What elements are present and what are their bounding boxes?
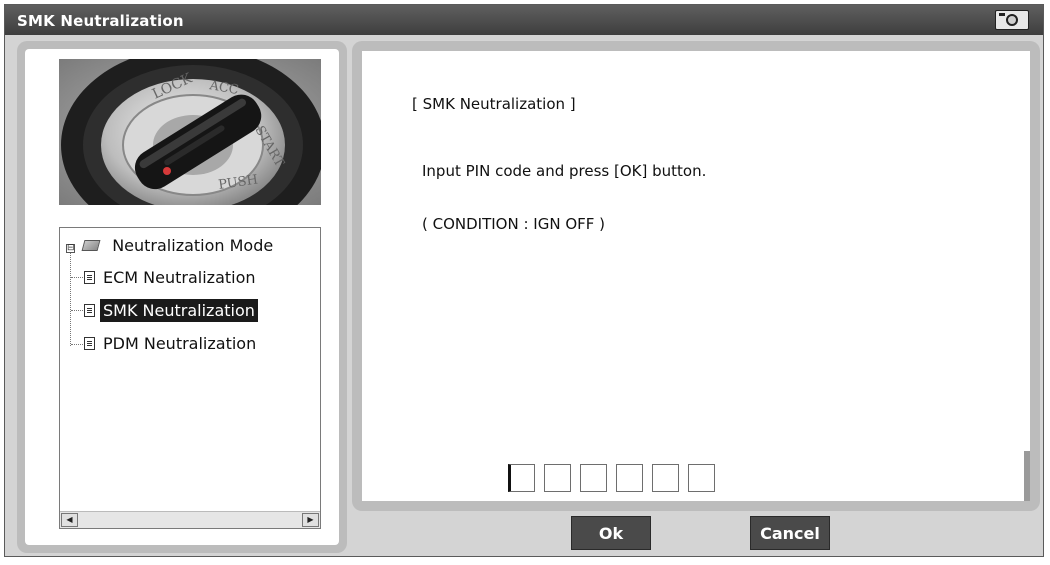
- left-panel: LOCK ACC START PUSH ⊟ Neutralization Mod…: [17, 41, 347, 553]
- tree-root-label: Neutralization Mode: [112, 236, 274, 255]
- right-panel: [ SMK Neutralization ] Input PIN code an…: [352, 41, 1040, 511]
- camera-lens: [1006, 14, 1018, 26]
- pin-digit-5[interactable]: [652, 464, 679, 492]
- tree-connector: [70, 244, 71, 346]
- panel-heading: [ SMK Neutralization ]: [412, 95, 576, 113]
- folder-book-icon: [81, 240, 101, 251]
- collapse-icon[interactable]: ⊟: [66, 244, 75, 253]
- cancel-button[interactable]: Cancel: [750, 516, 830, 550]
- tree-item-label: SMK Neutralization: [100, 299, 258, 322]
- pin-digit-4[interactable]: [616, 464, 643, 492]
- condition-text: ( CONDITION : IGN OFF ): [422, 215, 606, 233]
- smk-neutralization-window: SMK Neutralization LOCK ACC START PUSH ⊟…: [4, 4, 1044, 557]
- tree-item-smk-neutralization[interactable]: SMK Neutralization: [84, 299, 258, 322]
- scroll-left-arrow-icon[interactable]: ◀: [61, 513, 78, 527]
- neutralization-tree: ⊟ Neutralization Mode ECM Neutralization…: [59, 227, 321, 529]
- tree-connector: [71, 277, 83, 278]
- instruction-text: Input PIN code and press [OK] button.: [422, 162, 707, 180]
- tree-item-label: PDM Neutralization: [103, 334, 257, 353]
- ignition-switch-illustration: LOCK ACC START PUSH: [59, 59, 321, 205]
- tree-root-neutralization-mode[interactable]: ⊟ Neutralization Mode: [66, 236, 276, 255]
- pin-digit-1[interactable]: [508, 464, 535, 492]
- horizontal-scrollbar[interactable]: ◀ ▶: [60, 511, 320, 528]
- scroll-right-arrow-icon[interactable]: ▶: [302, 513, 319, 527]
- document-icon: [84, 271, 95, 284]
- camera-icon[interactable]: [995, 10, 1029, 30]
- camera-flash: [999, 13, 1005, 16]
- vertical-scrollbar-edge[interactable]: [1024, 451, 1030, 501]
- tree-connector: [71, 310, 83, 311]
- pin-digit-3[interactable]: [580, 464, 607, 492]
- left-panel-inner: LOCK ACC START PUSH ⊟ Neutralization Mod…: [25, 49, 339, 545]
- message-area: [ SMK Neutralization ] Input PIN code an…: [362, 51, 1030, 501]
- ignition-switch-image: LOCK ACC START PUSH: [59, 59, 321, 205]
- pin-digit-2[interactable]: [544, 464, 571, 492]
- document-icon: [84, 304, 95, 317]
- window-title: SMK Neutralization: [17, 12, 184, 30]
- tree-item-ecm-neutralization[interactable]: ECM Neutralization: [84, 268, 259, 287]
- title-bar: SMK Neutralization: [5, 5, 1043, 35]
- pin-digit-6[interactable]: [688, 464, 715, 492]
- tree-item-label: ECM Neutralization: [103, 268, 256, 287]
- tree-connector: [71, 344, 83, 345]
- tree-item-pdm-neutralization[interactable]: PDM Neutralization: [84, 334, 259, 353]
- ok-button[interactable]: Ok: [571, 516, 651, 550]
- document-icon: [84, 337, 95, 350]
